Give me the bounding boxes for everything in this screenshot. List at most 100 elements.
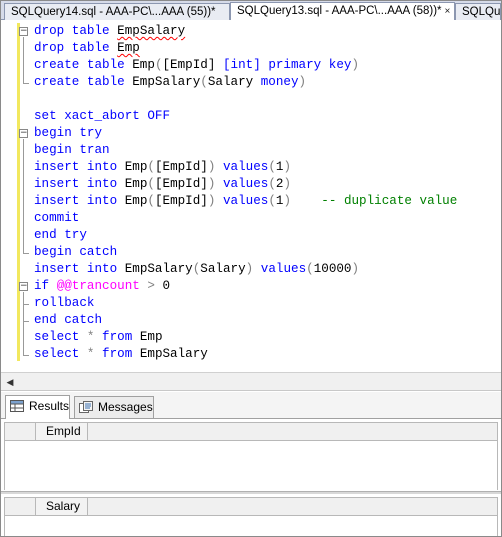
code-token: values (222, 177, 269, 191)
grid-corner-cell[interactable] (5, 423, 36, 440)
code-token: Emp (124, 194, 148, 208)
outline-end (23, 321, 29, 322)
code-line[interactable]: end try (1, 227, 501, 244)
code-line[interactable]: commit (1, 210, 501, 227)
code-line-text: drop table EmpSalary (34, 23, 185, 40)
tab-messages[interactable]: Messages (74, 396, 154, 418)
code-line[interactable]: insert into Emp([EmpId]) values(1) -- du… (1, 193, 501, 210)
grid-header-row: Salary (4, 497, 498, 516)
outline-guide (23, 292, 24, 355)
code-token: from (102, 330, 140, 344)
code-line-text: if @@trancount > 0 (34, 278, 170, 295)
tab-sqlquery1[interactable]: SQLQuery1 (455, 3, 501, 20)
code-token: insert into (34, 262, 125, 276)
code-token: begin try (34, 126, 103, 140)
code-token: [EmpId] (154, 160, 208, 174)
code-line[interactable]: create table Emp([EmpId] [int] primary k… (1, 57, 501, 74)
code-token: begin catch (34, 245, 118, 259)
code-token: values (222, 160, 269, 174)
code-line[interactable] (1, 91, 501, 108)
scroll-left-icon[interactable]: ◀ (3, 375, 17, 389)
code-line[interactable]: end catch (1, 312, 501, 329)
collapse-icon[interactable]: − (19, 27, 28, 36)
column-header-empid[interactable]: EmpId (36, 423, 88, 440)
code-token: ( (147, 160, 155, 174)
code-line[interactable]: select * from Emp (1, 329, 501, 346)
code-line[interactable]: insert into Emp([EmpId]) values(1) (1, 159, 501, 176)
code-line[interactable]: create table EmpSalary(Salary money) (1, 74, 501, 91)
code-line-text: end catch (34, 312, 102, 329)
code-token: Emp (124, 177, 148, 191)
outline-guide (23, 37, 24, 83)
code-token: insert into (34, 160, 125, 174)
code-line[interactable]: set xact_abort OFF (1, 108, 501, 125)
code-token: Emp (117, 41, 140, 55)
code-line-text: insert into Emp([EmpId]) values(1) (34, 159, 291, 176)
outline-end (23, 304, 29, 305)
code-line-text: commit (34, 210, 79, 227)
code-line[interactable]: select * from EmpSalary (1, 346, 501, 363)
code-token: values (260, 262, 307, 276)
code-line-text: insert into Emp([EmpId]) values(1) -- du… (34, 193, 457, 210)
collapse-icon[interactable]: − (19, 282, 28, 291)
code-line[interactable]: drop table Emp (1, 40, 501, 57)
grid-body (4, 516, 498, 536)
outline-end (23, 83, 29, 84)
code-line-text: begin tran (34, 142, 110, 159)
code-token: * (86, 330, 103, 344)
code-line-text: create table EmpSalary(Salary money) (34, 74, 306, 91)
code-token: -- duplicate value (321, 194, 458, 208)
code-token: EmpSalary (117, 24, 186, 38)
code-line[interactable]: insert into EmpSalary(Salary) values(100… (1, 261, 501, 278)
code-token: end try (34, 228, 87, 242)
code-token: commit (34, 211, 80, 225)
tab-results-label: Results (29, 399, 70, 413)
code-token: ) (351, 58, 360, 72)
tab-label: SQLQuery13.sql - AAA-PC\...AAA (58))* (237, 5, 442, 17)
code-token: insert into (34, 194, 125, 208)
grid-corner-cell[interactable] (5, 498, 36, 515)
code-line-text: insert into Emp([EmpId]) values(2) (34, 176, 291, 193)
code-token: ) (283, 160, 292, 174)
result-grid-salary[interactable]: Salary (1, 494, 501, 536)
code-token: ( (268, 194, 276, 208)
code-token: money (260, 75, 299, 89)
column-header-salary[interactable]: Salary (36, 498, 88, 515)
code-line[interactable]: begin try (1, 125, 501, 142)
collapse-icon[interactable]: − (19, 129, 28, 138)
close-icon[interactable]: × (445, 4, 451, 19)
code-token: create table (34, 58, 133, 72)
code-line[interactable]: if @@trancount > 0 (1, 278, 501, 295)
code-token: drop table (34, 41, 118, 55)
code-token: ( (306, 262, 314, 276)
code-token: 10000 (313, 262, 352, 276)
code-line[interactable]: rollback (1, 295, 501, 312)
tab-sqlquery14[interactable]: SQLQuery14.sql - AAA-PC\...AAA (55))* (4, 3, 230, 20)
outline-guide (23, 139, 24, 253)
tab-sqlquery13[interactable]: SQLQuery13.sql - AAA-PC\...AAA (58))* × (230, 2, 455, 20)
code-token: ) (207, 160, 223, 174)
code-line[interactable]: drop table EmpSalary (1, 23, 501, 40)
horizontal-scrollbar[interactable]: ◀ (1, 372, 501, 391)
code-token: ) (283, 177, 292, 191)
code-token: [EmpId] (154, 177, 208, 191)
code-line-text: create table Emp([EmpId] [int] primary k… (34, 57, 359, 74)
code-token: ( (154, 58, 163, 72)
query-editor[interactable]: drop table EmpSalary drop table Emp create… (1, 20, 501, 372)
grid-body (4, 441, 498, 490)
code-line[interactable]: insert into Emp([EmpId]) values(2) (1, 176, 501, 193)
code-line-text: end try (34, 227, 87, 244)
code-line-text: select * from EmpSalary (34, 346, 208, 363)
code-token: Emp (132, 58, 155, 72)
code-token: EmpSalary (139, 347, 208, 361)
result-grid-empid[interactable]: EmpId (1, 419, 501, 492)
code-line[interactable]: begin catch (1, 244, 501, 261)
code-token: drop table (34, 24, 118, 38)
code-token: > (139, 279, 163, 293)
tab-results[interactable]: Results (5, 395, 70, 419)
outline-end (23, 253, 29, 254)
code-line[interactable]: begin tran (1, 142, 501, 159)
grid-header-row: EmpId (4, 422, 498, 441)
code-token: ( (268, 177, 276, 191)
code-token: begin tran (34, 143, 110, 157)
